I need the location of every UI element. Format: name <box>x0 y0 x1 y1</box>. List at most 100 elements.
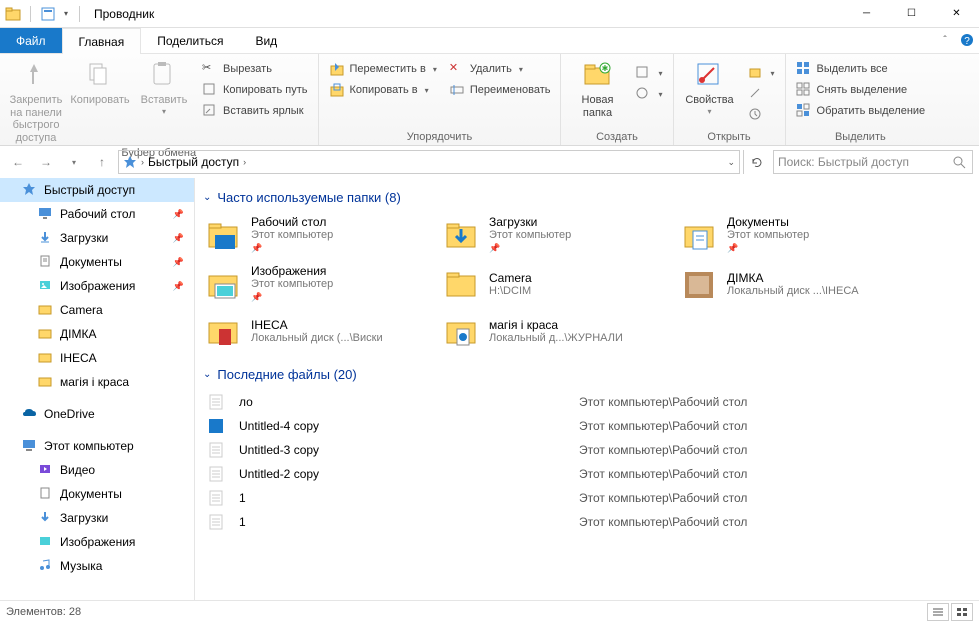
copyto-button[interactable]: Копировать в▾ <box>325 81 441 99</box>
sidebar-item-magia[interactable]: магія і краса <box>0 370 194 394</box>
ribbon-collapse-icon[interactable]: ˆ <box>937 32 953 48</box>
newitem-button[interactable]: ▾ <box>631 64 666 82</box>
recent-file-row[interactable]: лоЭтот компьютер\Рабочий стол <box>201 390 969 414</box>
pin-quickaccess-button[interactable]: Закрепить на панели быстрого доступа <box>6 56 66 145</box>
tab-share[interactable]: Поделиться <box>141 28 239 53</box>
search-input[interactable]: Поиск: Быстрый доступ <box>773 150 973 174</box>
folder-item[interactable]: CameraH:\DCIM <box>439 262 667 305</box>
pasteshortcut-button[interactable]: Вставить ярлык <box>198 102 312 120</box>
sidebar-item-music[interactable]: Музыка <box>0 554 194 578</box>
file-name: Untitled-3 copy <box>239 443 579 457</box>
pin-icon: 📌 <box>173 233 184 244</box>
minimize-button[interactable]: ─ <box>844 0 889 28</box>
sidebar-item-quickaccess[interactable]: Быстрый доступ <box>0 178 194 202</box>
newfolder-button[interactable]: ✱ Новая папка <box>567 56 627 119</box>
documents-icon <box>38 254 54 270</box>
history-button[interactable] <box>744 106 779 124</box>
recent-file-row[interactable]: Untitled-2 copyЭтот компьютер\Рабочий ст… <box>201 462 969 486</box>
folder-item[interactable]: магія і красаЛокальный д...\ЖУРНАЛИ <box>439 311 667 351</box>
folder-icon <box>38 302 54 318</box>
forward-button[interactable]: → <box>34 150 58 174</box>
selectall-button[interactable]: Выделить все <box>792 60 930 78</box>
select-group-label: Выделить <box>792 129 930 145</box>
moveto-button[interactable]: Переместить в▾ <box>325 60 441 78</box>
file-icon <box>205 465 227 483</box>
documents-icon <box>38 486 54 502</box>
sidebar-item-downloads[interactable]: Загрузки📌 <box>0 226 194 250</box>
folder-icon <box>203 266 243 302</box>
status-count: Элементов: 28 <box>6 606 81 618</box>
qat-properties-icon[interactable] <box>39 5 57 23</box>
delete-button[interactable]: ✕Удалить▾ <box>445 60 555 78</box>
recent-locations-button[interactable]: ▾ <box>62 150 86 174</box>
properties-button[interactable]: Свойства ▾ <box>680 56 740 116</box>
up-button[interactable]: ↑ <box>90 150 114 174</box>
maximize-button[interactable]: ☐ <box>889 0 934 28</box>
frequent-folders-header[interactable]: ⌄ Часто используемые папки (8) <box>203 190 969 205</box>
help-icon[interactable]: ? <box>959 32 975 48</box>
pin-icon: 📌 <box>173 209 184 220</box>
sidebar-item-pictures[interactable]: Изображения📌 <box>0 274 194 298</box>
folder-icon <box>679 217 719 253</box>
folder-item[interactable]: ЗагрузкиЭтот компьютер📌 <box>439 213 667 256</box>
folder-location: Локальный д...\ЖУРНАЛИ <box>489 332 623 344</box>
address-bar[interactable]: › Быстрый доступ › ⌄ <box>118 150 740 174</box>
tab-file[interactable]: Файл <box>0 28 62 53</box>
file-location: Этот компьютер\Рабочий стол <box>579 467 747 481</box>
main-content[interactable]: ⌄ Часто используемые папки (8) Рабочий с… <box>195 178 979 600</box>
view-icons-button[interactable] <box>951 603 973 621</box>
recent-file-row[interactable]: Untitled-3 copyЭтот компьютер\Рабочий ст… <box>201 438 969 462</box>
qat-dropdown-icon[interactable]: ▾ <box>61 5 71 23</box>
invertsel-button[interactable]: Обратить выделение <box>792 102 930 120</box>
sidebar-item-pictures2[interactable]: Изображения <box>0 530 194 554</box>
close-button[interactable]: ✕ <box>934 0 979 28</box>
recent-files-header[interactable]: ⌄ Последние файлы (20) <box>203 367 969 382</box>
copypath-button[interactable]: Копировать путь <box>198 81 312 99</box>
folder-name: Загрузки <box>489 215 571 229</box>
folder-location: Локальный диск ...\IHECA <box>727 285 859 297</box>
sidebar-item-thispc[interactable]: Этот компьютер <box>0 434 194 458</box>
folder-item[interactable]: Рабочий столЭтот компьютер📌 <box>201 213 429 256</box>
svg-text:✱: ✱ <box>602 64 609 73</box>
open-button[interactable]: ▾ <box>744 64 779 82</box>
folder-icon <box>38 374 54 390</box>
sidebar-item-onedrive[interactable]: OneDrive <box>0 402 194 426</box>
easyaccess-button[interactable]: ▾ <box>631 85 666 103</box>
folder-icon <box>441 217 481 253</box>
refresh-button[interactable] <box>743 150 769 174</box>
view-details-button[interactable] <box>927 603 949 621</box>
cut-button[interactable]: ✂Вырезать <box>198 60 312 78</box>
edit-button[interactable] <box>744 85 779 103</box>
copy-button[interactable]: Копировать <box>70 56 130 107</box>
recent-file-row[interactable]: 1Этот компьютер\Рабочий стол <box>201 510 969 534</box>
sidebar-item-videos[interactable]: Видео <box>0 458 194 482</box>
folder-item[interactable]: ИзображенияЭтот компьютер📌 <box>201 262 429 305</box>
folder-location: Этот компьютер <box>251 278 333 290</box>
sidebar-item-documents2[interactable]: Документы <box>0 482 194 506</box>
selectnone-button[interactable]: Снять выделение <box>792 81 930 99</box>
sidebar-item-downloads2[interactable]: Загрузки <box>0 506 194 530</box>
folder-name: Документы <box>727 215 809 229</box>
sidebar-item-desktop[interactable]: Рабочий стол📌 <box>0 202 194 226</box>
onedrive-icon <box>22 406 38 422</box>
file-name: ло <box>239 395 579 409</box>
tab-home[interactable]: Главная <box>62 28 142 54</box>
rename-button[interactable]: Переименовать <box>445 81 555 99</box>
sidebar-item-iheca[interactable]: IHECA <box>0 346 194 370</box>
address-dropdown-icon[interactable]: ⌄ <box>727 157 735 168</box>
folder-item[interactable]: ДІМКАЛокальный диск ...\IHECA <box>677 262 905 305</box>
folder-item[interactable]: IHECAЛокальный диск (...\Виски <box>201 311 429 351</box>
navigation-pane[interactable]: ˆ Быстрый доступ Рабочий стол📌 Загрузки📌… <box>0 178 195 600</box>
back-button[interactable]: ← <box>6 150 30 174</box>
folder-item[interactable]: ДокументыЭтот компьютер📌 <box>677 213 905 256</box>
breadcrumb-root[interactable]: Быстрый доступ <box>148 155 239 169</box>
sidebar-item-documents[interactable]: Документы📌 <box>0 250 194 274</box>
recent-file-row[interactable]: 1Этот компьютер\Рабочий стол <box>201 486 969 510</box>
tab-view[interactable]: Вид <box>239 28 293 53</box>
recent-file-row[interactable]: Untitled-4 copyЭтот компьютер\Рабочий ст… <box>201 414 969 438</box>
sidebar-item-dimka[interactable]: ДІМКА <box>0 322 194 346</box>
paste-button[interactable]: Вставить ▾ <box>134 56 194 116</box>
sidebar-item-camera[interactable]: Camera <box>0 298 194 322</box>
folder-name: Рабочий стол <box>251 215 333 229</box>
file-icon <box>205 513 227 531</box>
